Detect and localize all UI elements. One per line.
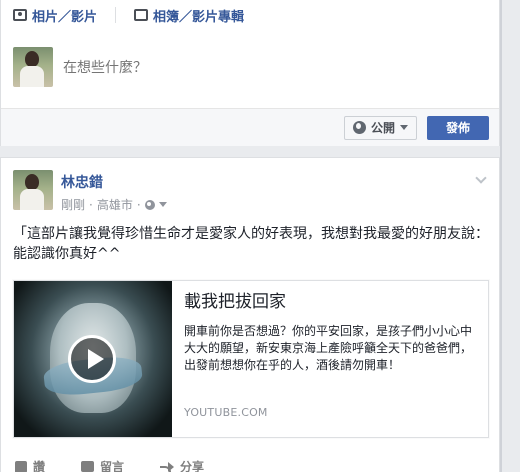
privacy-globe-icon[interactable] <box>144 199 155 210</box>
thumbs-up-icon <box>15 460 27 472</box>
play-icon[interactable] <box>68 335 116 383</box>
separator-dot: · <box>136 197 141 212</box>
composer-footer: 公開 發佈 <box>1 108 499 146</box>
share-label: 分享 <box>180 460 205 472</box>
post-time[interactable]: 剛剛 <box>61 196 85 213</box>
link-description: 開車前你是否想過？你的平安回家，是孩子們小小心中 大大的願望，新安東京海上產險呼… <box>184 324 473 372</box>
tab-album[interactable]: 相簿／影片專輯 <box>134 6 244 25</box>
status-composer: 相片／影片 相簿／影片專輯 公開 發佈 <box>0 0 500 146</box>
link-title[interactable]: 載我把拔回家 <box>184 291 476 313</box>
like-button[interactable]: 讚 <box>15 458 45 472</box>
feed-post: 林忠錯 剛剛 · 高雄市 · 「這部片讓我覺得珍惜生命才是愛家人的好表現，我想對… <box>0 157 500 472</box>
tab-divider <box>115 7 117 23</box>
comment-label: 留言 <box>100 460 125 472</box>
avatar-head <box>25 51 39 67</box>
post-options-chevron-icon[interactable] <box>475 174 487 186</box>
author-name[interactable]: 林忠錯 <box>61 172 167 192</box>
comment-icon <box>81 461 95 472</box>
author-avatar[interactable] <box>13 170 53 210</box>
like-label: 讚 <box>33 460 46 472</box>
share-button[interactable]: 分享 <box>160 458 204 472</box>
avatar-body <box>20 189 44 210</box>
post-meta: 林忠錯 剛剛 · 高雄市 · <box>61 170 167 213</box>
post-header: 林忠錯 剛剛 · 高雄市 · <box>13 170 167 213</box>
post-actions: 讚 留言 分享 <box>15 458 204 472</box>
composer-body <box>1 34 499 100</box>
audience-selector[interactable]: 公開 <box>343 115 417 140</box>
post-text: 「這部片讓我覺得珍惜生命才是愛家人的好表現，我想對我最愛的好朋友說：能認識你真好… <box>13 226 489 262</box>
avatar-head <box>25 174 39 190</box>
tab-photo-video-label: 相片／影片 <box>32 9 98 25</box>
video-thumbnail[interactable] <box>14 281 172 437</box>
link-source: YOUTUBE.COM <box>184 406 268 419</box>
separator-dot: · <box>89 197 93 212</box>
link-preview-card[interactable]: 載我把拔回家 開車前你是否想過？你的平安回家，是孩子們小小心中 大大的願望，新安… <box>13 280 489 438</box>
post-subline: 剛剛 · 高雄市 · <box>61 196 167 213</box>
composer-tabs: 相片／影片 相簿／影片專輯 <box>1 0 499 30</box>
audience-label: 公開 <box>370 121 395 135</box>
globe-icon <box>352 121 366 134</box>
post-button[interactable]: 發佈 <box>427 115 489 140</box>
status-input[interactable] <box>63 59 463 75</box>
post-location[interactable]: 高雄市 <box>97 196 133 213</box>
tab-photo-video[interactable]: 相片／影片 <box>13 6 97 25</box>
camera-icon <box>13 9 27 21</box>
avatar[interactable] <box>13 47 53 87</box>
tab-album-label: 相簿／影片專輯 <box>153 9 245 25</box>
chevron-down-icon <box>400 125 408 130</box>
album-icon <box>134 9 149 21</box>
avatar-body <box>20 66 44 87</box>
share-icon <box>160 461 175 472</box>
link-card-body: 載我把拔回家 開車前你是否想過？你的平安回家，是孩子們小小心中 大大的願望，新安… <box>172 281 488 437</box>
scrollbar[interactable] <box>500 0 502 472</box>
chevron-down-icon[interactable] <box>158 202 167 207</box>
comment-button[interactable]: 留言 <box>81 458 124 472</box>
